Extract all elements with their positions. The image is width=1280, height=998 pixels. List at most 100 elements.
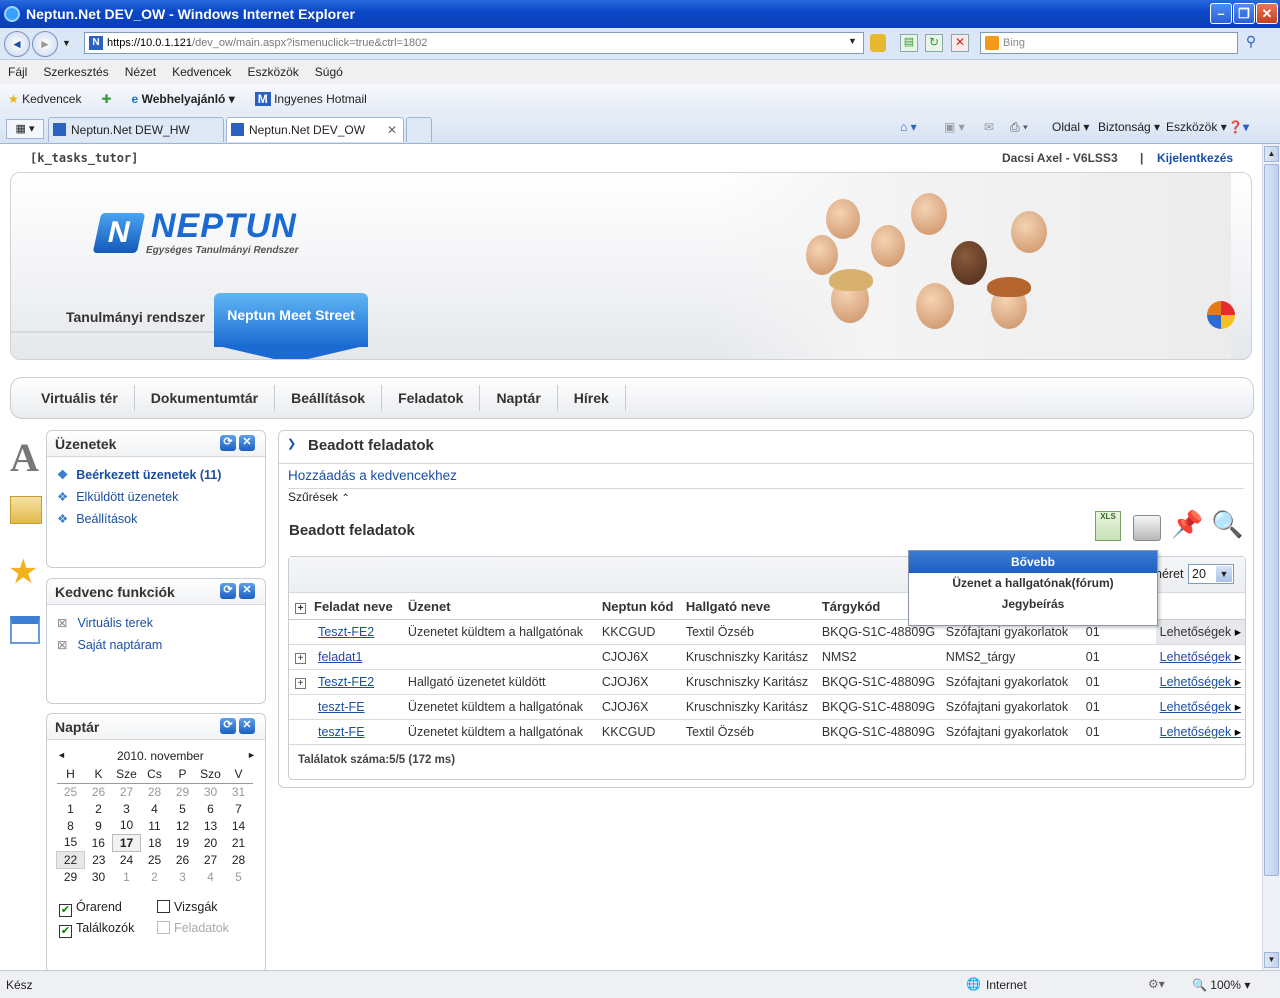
calendar-day[interactable]: 6 (197, 800, 225, 817)
font-size-icon[interactable]: A (10, 434, 39, 481)
task-name-link[interactable]: feladat1 (310, 644, 404, 670)
options-link[interactable]: Lehetőségek ▸ (1155, 669, 1245, 695)
calendar-day[interactable]: 9 (85, 817, 113, 834)
favorites-button[interactable]: ★ Kedvencek (8, 92, 81, 106)
magnifier-icon[interactable]: 🔍 (1211, 509, 1243, 540)
fav-virtual-spaces-link[interactable]: ⊠ Virtuális terek (57, 615, 153, 630)
message-settings-link[interactable]: ❖ Beállítások (57, 511, 137, 526)
calendar-day[interactable]: 4 (197, 868, 225, 885)
close-box-icon[interactable]: ✕ (239, 435, 255, 451)
search-icon[interactable]: ⚲ (1240, 33, 1262, 55)
page-scrollbar[interactable]: ▲ ▼ (1262, 144, 1280, 970)
calendar-day[interactable]: 30 (85, 868, 113, 885)
options-link[interactable]: Lehetőségek ▸ (1155, 619, 1245, 645)
table-row[interactable]: teszt-FE Üzenetet küldtem a hallgatónak KK… (289, 719, 1245, 745)
calendar-day-selected[interactable]: 17 (112, 833, 141, 852)
task-name-link[interactable]: Teszt-FE2 (310, 619, 404, 645)
calendar-day[interactable]: 10 (113, 817, 141, 834)
task-name-link[interactable]: Teszt-FE2 (310, 669, 404, 695)
history-dropdown-icon[interactable]: ▼ (62, 38, 71, 48)
url-dropdown-icon[interactable]: ▼ (848, 36, 857, 46)
print-icon[interactable]: ⎙ ▾ (1010, 120, 1028, 135)
lock-icon[interactable] (870, 34, 886, 52)
calendar-day[interactable]: 11 (141, 817, 169, 834)
page-size-select[interactable]: 20 ▼ (1188, 564, 1234, 584)
calendar-day[interactable]: 1 (113, 868, 141, 885)
calendar-day[interactable]: 31 (225, 783, 253, 800)
checkbox-checked-icon[interactable]: ✔ (59, 925, 72, 938)
options-link[interactable]: Lehetőségek ▸ (1155, 694, 1245, 720)
mail-icon[interactable]: ✉ (984, 120, 994, 134)
close-box-icon[interactable]: ✕ (239, 583, 255, 599)
calendar-day[interactable]: 1 (57, 800, 85, 817)
calendar-day[interactable]: 29 (169, 783, 197, 800)
close-window-button[interactable]: ✕ (1256, 3, 1278, 24)
calendar-day[interactable]: 7 (225, 800, 253, 817)
calendar-day[interactable]: 27 (197, 851, 225, 868)
calendar-day[interactable]: 26 (169, 851, 197, 868)
col-uzenet[interactable]: Üzenet (403, 594, 598, 620)
calendar-day[interactable]: 29 (57, 868, 85, 885)
calendar-day[interactable]: 23 (85, 851, 113, 868)
calendar-day[interactable]: 4 (141, 800, 169, 817)
task-name-link[interactable]: teszt-FE (310, 719, 404, 745)
calendar-day[interactable]: 2 (85, 800, 113, 817)
calendar-day[interactable]: 13 (197, 817, 225, 834)
forward-button[interactable]: ► (32, 31, 58, 57)
menu-help[interactable]: Súgó (315, 65, 343, 79)
calendar-day[interactable]: 16 (85, 834, 113, 851)
popup-item-uzenet[interactable]: Üzenet a hallgatónak(fórum) (909, 573, 1157, 594)
calendar-day[interactable]: 3 (169, 868, 197, 885)
menu-favorites[interactable]: Kedvencek (172, 65, 231, 79)
calendar-day[interactable]: 24 (113, 851, 141, 868)
table-row[interactable]: + feladat1 CJOJ6X Kruschniszky Karitász NMS2… (289, 644, 1245, 670)
new-tab-button[interactable] (406, 117, 432, 142)
url-field[interactable]: N https://10.0.1.121/dev_ow/main.aspx?is… (84, 32, 864, 54)
col-hallgato-neve[interactable]: Hallgató neve (681, 594, 818, 620)
calendar-day[interactable]: 30 (197, 783, 225, 800)
calendar-day[interactable]: 12 (169, 817, 197, 834)
minimize-button[interactable]: – (1210, 3, 1232, 24)
table-row[interactable]: + Teszt-FE2 Hallgató üzenetet küldött CJOJ6… (289, 669, 1245, 695)
calendar-day[interactable]: 25 (57, 783, 85, 800)
nav-naptar[interactable]: Naptár (480, 385, 558, 411)
options-link[interactable]: Lehetőségek ▸ (1155, 644, 1245, 670)
chevron-down-icon[interactable]: ▼ (1216, 566, 1232, 582)
calendar-day[interactable]: 27 (113, 783, 141, 800)
calendar-day[interactable]: 3 (113, 800, 141, 817)
print-icon[interactable] (1133, 515, 1161, 541)
calendar-day[interactable]: 28 (141, 783, 169, 800)
checkbox-unchecked-icon[interactable] (157, 900, 170, 913)
filters-toggle[interactable]: Szűrések ⌃ (288, 490, 350, 504)
row-expand-cell[interactable]: + (289, 669, 310, 695)
calendar-day[interactable]: 25 (141, 851, 169, 868)
calendar-day[interactable]: 21 (225, 834, 253, 851)
tab-neptun-meet-street[interactable]: Neptun Meet Street (214, 293, 368, 347)
fav-link-webhely[interactable]: e Webhelyajánló ▾ (132, 92, 235, 106)
refresh-box-icon[interactable]: ⟳ (220, 583, 236, 599)
cmd-page[interactable]: Oldal ▾ (1052, 120, 1089, 134)
logout-link[interactable]: Kijelentkezés (1157, 151, 1233, 165)
filter-vizsgak[interactable]: Vizsgák (157, 900, 218, 914)
nav-virtualis-ter[interactable]: Virtuális tér (25, 385, 135, 411)
refresh-box-icon[interactable]: ⟳ (220, 435, 236, 451)
excel-export-icon[interactable]: XLS (1095, 511, 1121, 541)
expand-all-header[interactable]: + (289, 594, 310, 620)
cmd-tools[interactable]: Eszközök ▾ (1166, 120, 1227, 134)
calendar-day[interactable]: 15 (57, 834, 85, 851)
close-tab-icon[interactable]: ✕ (387, 118, 397, 142)
add-to-favorites-link[interactable]: Hozzáadás a kedvencekhez (288, 468, 457, 483)
menu-edit[interactable]: Szerkesztés (43, 65, 108, 79)
favorites-star-icon[interactable]: ★ (8, 552, 38, 592)
calendar-day[interactable]: 18 (141, 834, 169, 851)
expand-icon[interactable]: + (295, 677, 306, 689)
color-theme-icon[interactable] (1207, 301, 1235, 329)
col-feladat-neve[interactable]: Feladat neve (310, 594, 404, 620)
nav-hirek[interactable]: Hírek (558, 385, 626, 411)
expand-icon[interactable]: + (295, 602, 306, 614)
back-button[interactable]: ◄ (4, 31, 30, 57)
checkbox-checked-icon[interactable]: ✔ (59, 904, 72, 917)
menu-file[interactable]: Fájl (8, 65, 27, 79)
search-input[interactable]: Bing (980, 32, 1238, 54)
remove-fav-icon[interactable]: ⊠ (57, 616, 67, 630)
